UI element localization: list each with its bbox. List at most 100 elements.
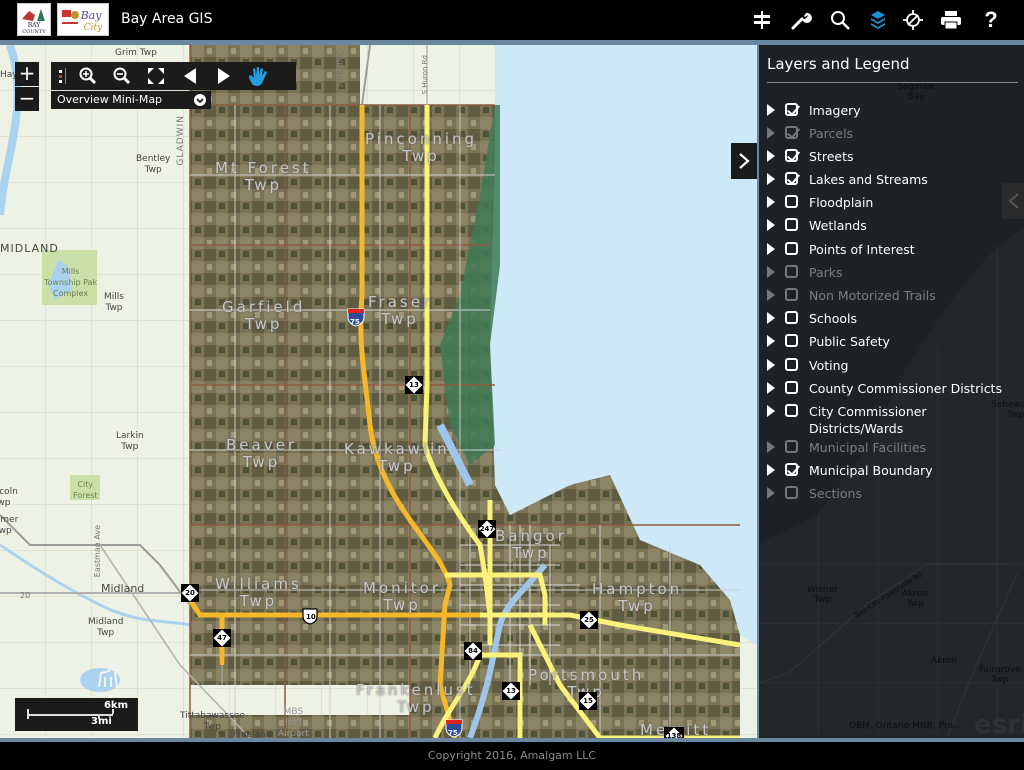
layer-checkbox[interactable] — [785, 288, 798, 301]
layer-checkbox[interactable] — [785, 358, 798, 371]
print-icon[interactable] — [937, 6, 965, 34]
directions-icon[interactable] — [748, 6, 776, 34]
expand-triangle-icon[interactable] — [767, 464, 775, 476]
app-title: Bay Area GIS — [121, 11, 213, 27]
layer-label: County Commissioner Districts — [809, 381, 1002, 396]
layer-item[interactable]: Parcels — [767, 125, 1009, 142]
layer-checkbox[interactable] — [785, 126, 798, 139]
map-label: MBS Int'l Airport — [278, 707, 309, 738]
layer-item[interactable]: Streets — [767, 148, 1009, 165]
bay-city-logo[interactable]: Bay City — [57, 3, 109, 36]
menu-icon[interactable] — [51, 62, 71, 90]
layer-item[interactable]: City Commissioner Districts/Wards — [767, 403, 1009, 437]
layer-checkbox[interactable] — [785, 440, 798, 453]
township-label: Bangor Twp — [495, 527, 567, 562]
expand-triangle-icon[interactable] — [767, 335, 775, 347]
map-label: City Forest — [73, 480, 98, 500]
expand-triangle-icon[interactable] — [767, 405, 775, 417]
layer-checkbox[interactable] — [785, 218, 798, 231]
layer-checkbox[interactable] — [785, 334, 798, 347]
layers-panel: Saginaw Bay Sebewaing Twp Wisner Twp Akr… — [757, 45, 1024, 738]
expand-triangle-icon[interactable] — [767, 173, 775, 185]
layer-checkbox[interactable] — [785, 103, 798, 116]
layer-item[interactable]: Parks — [767, 264, 1009, 281]
svg-text:COUNTY: COUNTY — [22, 29, 46, 34]
layer-label: Wetlands — [809, 218, 867, 233]
layer-item[interactable]: Wetlands — [767, 217, 1009, 234]
zoom-out-button[interactable]: − — [15, 87, 39, 111]
state-route-shield: 47 — [213, 629, 231, 647]
layer-checkbox[interactable] — [785, 195, 798, 208]
expand-triangle-icon[interactable] — [767, 243, 775, 255]
scale-km-label: 6km — [103, 700, 128, 711]
dog-icon — [98, 663, 119, 688]
layer-label: City Commissioner Districts/Wards — [809, 404, 927, 436]
gps-icon[interactable] — [899, 6, 927, 34]
pan-icon[interactable] — [241, 62, 275, 90]
collapse-panel-button[interactable] — [731, 143, 757, 179]
layer-checkbox[interactable] — [785, 311, 798, 324]
layer-checkbox[interactable] — [785, 486, 798, 499]
expand-triangle-icon[interactable] — [767, 359, 775, 371]
expand-triangle-icon[interactable] — [767, 196, 775, 208]
expand-triangle-icon[interactable] — [767, 382, 775, 394]
zoom-out-icon[interactable] — [105, 62, 139, 90]
layer-checkbox[interactable] — [785, 381, 798, 394]
layer-item[interactable]: Voting — [767, 357, 1009, 374]
layer-item[interactable]: Municipal Boundary — [767, 462, 1009, 479]
layer-item[interactable]: Municipal Facilities — [767, 439, 1009, 456]
map-canvas[interactable]: Grim Twp Hay Twp Bentley Twp MIDLAND Mil… — [0, 45, 757, 738]
expand-triangle-icon[interactable] — [767, 289, 775, 301]
zoom-in-button[interactable]: + — [15, 62, 39, 86]
layer-checkbox[interactable] — [785, 149, 798, 162]
chevron-right-icon — [739, 153, 750, 169]
layer-label: Lakes and Streams — [809, 172, 928, 187]
map-label: Bentley Twp — [136, 154, 171, 175]
previous-extent-icon[interactable] — [173, 62, 207, 90]
layer-item[interactable]: Lakes and Streams — [767, 171, 1009, 188]
search-icon[interactable] — [826, 6, 854, 34]
map-label: S Huron Rd — [421, 55, 429, 95]
layer-checkbox[interactable] — [785, 172, 798, 185]
township-label: Beaver Twp — [226, 436, 297, 471]
layer-item[interactable]: Points of Interest — [767, 241, 1009, 258]
map-label: GLADWIN — [176, 115, 186, 166]
layer-item[interactable]: Imagery — [767, 102, 1009, 119]
layer-checkbox[interactable] — [785, 242, 798, 255]
layer-item[interactable]: Non Motorized Trails — [767, 287, 1009, 304]
overview-minimap-toggle[interactable]: Overview Mini-Map — [51, 91, 211, 109]
svg-text:Bay: Bay — [80, 9, 103, 22]
expand-triangle-icon[interactable] — [767, 441, 775, 453]
layer-item[interactable]: Sections — [767, 485, 1009, 502]
layer-checkbox[interactable] — [785, 265, 798, 278]
layer-item[interactable]: Schools — [767, 310, 1009, 327]
state-route-shield: 13 — [405, 376, 423, 394]
bay-county-logo[interactable]: BAY COUNTY — [17, 3, 51, 36]
navigation-toolbar — [51, 62, 296, 90]
expand-triangle-icon[interactable] — [767, 104, 775, 116]
expand-triangle-icon[interactable] — [767, 312, 775, 324]
layers-icon[interactable] — [864, 6, 892, 34]
expand-triangle-icon[interactable] — [767, 219, 775, 231]
map-label: MIDLAND — [0, 242, 59, 255]
panel-title: Layers and Legend — [767, 55, 910, 73]
next-extent-icon[interactable] — [207, 62, 241, 90]
expand-triangle-icon[interactable] — [767, 150, 775, 162]
layer-item[interactable]: Public Safety — [767, 333, 1009, 350]
layer-label: Floodplain — [809, 195, 874, 210]
expand-triangle-icon[interactable] — [767, 487, 775, 499]
help-icon[interactable]: ? — [977, 6, 1005, 34]
layer-item[interactable]: Floodplain — [767, 194, 1009, 211]
expand-triangle-icon[interactable] — [767, 127, 775, 139]
full-extent-icon[interactable] — [139, 62, 173, 90]
background-map-label: Fairgrove Twp — [979, 665, 1021, 685]
footer: Copyright 2016, Amalgam LLC — [0, 742, 1024, 770]
layer-label: Municipal Boundary — [809, 463, 933, 478]
map-label: Grim Twp — [115, 48, 157, 58]
layer-checkbox[interactable] — [785, 463, 798, 476]
layer-checkbox[interactable] — [785, 404, 798, 417]
layer-item[interactable]: County Commissioner Districts — [767, 380, 1009, 397]
zoom-in-icon[interactable] — [71, 62, 105, 90]
expand-triangle-icon[interactable] — [767, 266, 775, 278]
tools-icon[interactable] — [787, 6, 815, 34]
